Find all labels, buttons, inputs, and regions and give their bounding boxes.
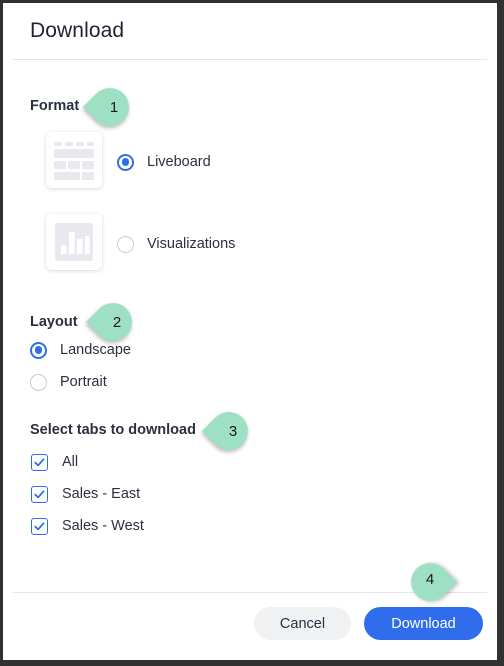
radio-landscape[interactable] bbox=[30, 341, 47, 359]
download-button[interactable]: Download bbox=[364, 607, 483, 640]
callout-badge-3: 3 bbox=[202, 404, 256, 458]
checkbox-sales-west[interactable] bbox=[31, 517, 48, 535]
layout-option-portrait[interactable]: Portrait bbox=[30, 372, 107, 392]
format-option-liveboard[interactable]: Liveboard bbox=[117, 152, 211, 172]
format-section-label: Format bbox=[30, 98, 80, 114]
callout-badge-number: 1 bbox=[109, 98, 119, 116]
format-option-visualizations[interactable]: Visualizations bbox=[117, 234, 235, 254]
callout-badge-number: 4 bbox=[425, 570, 435, 588]
tab-checkbox-sales-east-label: Sales - East bbox=[62, 486, 141, 502]
window-frame: Download Format 1 Liveboard Visualizatio… bbox=[0, 0, 504, 666]
liveboard-grid-icon bbox=[46, 132, 102, 188]
tab-checkbox-sales-west-label: Sales - West bbox=[62, 518, 144, 534]
bar-chart-icon bbox=[46, 214, 102, 270]
tab-checkbox-sales-west[interactable]: Sales - West bbox=[31, 516, 144, 536]
radio-visualizations[interactable] bbox=[117, 235, 134, 253]
dialog-footer: Cancel Download bbox=[3, 593, 497, 660]
callout-badge-2: 2 bbox=[86, 295, 140, 349]
radio-liveboard[interactable] bbox=[117, 153, 134, 171]
tab-checkbox-sales-east[interactable]: Sales - East bbox=[31, 484, 140, 504]
checkbox-sales-east[interactable] bbox=[31, 485, 48, 503]
callout-badge-number: 3 bbox=[228, 422, 238, 440]
cancel-button[interactable]: Cancel bbox=[254, 607, 351, 640]
layout-option-portrait-label: Portrait bbox=[60, 374, 107, 390]
tabs-section-label: Select tabs to download bbox=[30, 422, 196, 438]
dialog-title: Download bbox=[30, 19, 125, 42]
callout-badge-4: 4 bbox=[403, 555, 457, 609]
dialog-body: Format 1 Liveboard Visualizations Layout… bbox=[3, 60, 497, 580]
tab-checkbox-all[interactable]: All bbox=[31, 452, 78, 472]
format-option-liveboard-label: Liveboard bbox=[147, 154, 211, 170]
tab-checkbox-all-label: All bbox=[62, 454, 79, 470]
callout-badge-1: 1 bbox=[83, 80, 137, 134]
radio-portrait[interactable] bbox=[30, 373, 47, 391]
download-dialog: Download Format 1 Liveboard Visualizatio… bbox=[3, 3, 497, 660]
layout-section-label: Layout bbox=[30, 314, 78, 330]
layout-option-landscape[interactable]: Landscape bbox=[30, 340, 131, 360]
checkbox-all[interactable] bbox=[31, 453, 48, 471]
layout-option-landscape-label: Landscape bbox=[60, 342, 131, 358]
dialog-header: Download bbox=[3, 3, 497, 59]
callout-badge-number: 2 bbox=[112, 313, 122, 331]
format-option-visualizations-label: Visualizations bbox=[147, 236, 236, 252]
